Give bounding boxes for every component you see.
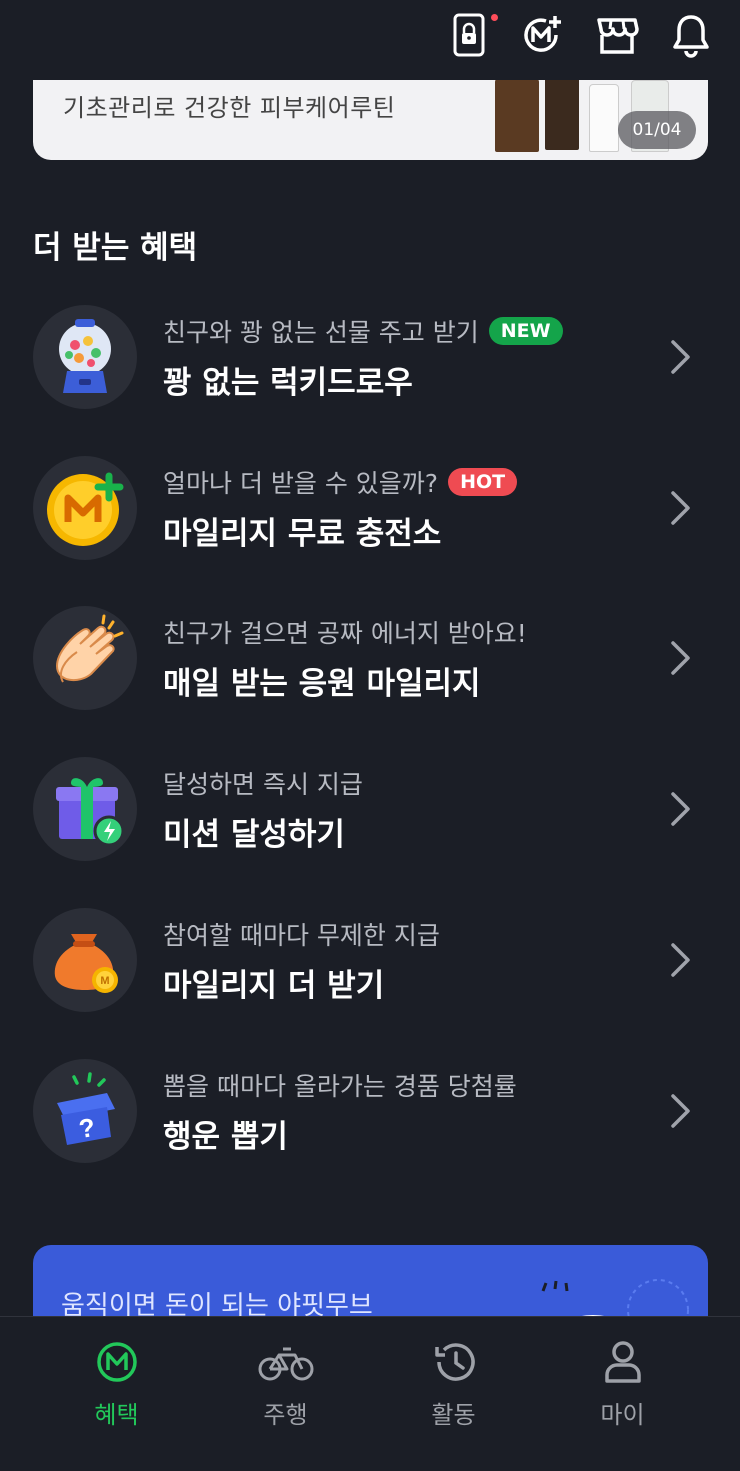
notification-dot [491,14,498,21]
hot-badge: HOT [448,468,518,496]
item-title: 미션 달성하기 [163,817,345,853]
clapping-hands-icon [33,606,137,710]
list-item-lucky-pick[interactable]: ? 뽑을 때마다 올라가는 경품 당첨률 행운 뽑기 [0,1059,740,1189]
product-image [545,80,579,150]
list-item-cheer-mileage[interactable]: 친구가 걸으면 공짜 에너지 받아요! 매일 받는 응원 마일리지 [0,606,740,736]
promo-banner[interactable]: 기초관리로 건강한 피부케어루틴 01/04 [33,80,708,160]
item-subtitle: 뽑을 때마다 올라가는 경품 당첨률 [163,1072,517,1101]
store-icon[interactable] [594,12,640,58]
bell-icon[interactable] [668,12,714,58]
nav-label: 주행 [263,1401,308,1429]
person-icon [605,1341,641,1383]
nav-label: 마이 [600,1401,645,1429]
item-title: 꽝 없는 럭키드로우 [163,365,413,401]
chevron-right-icon [671,792,690,826]
list-item-more-mileage[interactable]: M 참여할 때마다 무제한 지급 마일리지 더 받기 [0,908,740,1038]
nav-tab-my[interactable]: 마이 [530,1317,715,1471]
list-item-mission[interactable]: 달성하면 즉시 지급 미션 달성하기 [0,757,740,887]
gift-box-icon [33,757,137,861]
nav-label: 혜택 [94,1401,139,1429]
bottom-nav: 혜택 주행 활동 마이 [0,1316,740,1471]
chevron-right-icon [671,340,690,374]
mystery-box-icon: ? [33,1059,137,1163]
item-subtitle: 얼마나 더 받을 수 있을까? HOT [163,464,518,500]
bicycle-icon [258,1347,314,1381]
nav-tab-benefits[interactable]: 혜택 [24,1317,209,1471]
item-subtitle: 친구가 걸으면 공짜 에너지 받아요! [163,619,527,648]
item-title: 매일 받는 응원 마일리지 [163,666,481,702]
mileage-plus-icon[interactable] [518,12,564,58]
m-coin-plus-icon [33,456,137,560]
lock-phone-icon[interactable] [446,12,498,58]
item-subtitle: 참여할 때마다 무제한 지급 [163,921,440,950]
nav-label: 활동 [431,1401,476,1429]
top-bar [0,0,740,78]
item-title: 마일리지 무료 충전소 [163,516,442,552]
chevron-right-icon [671,1094,690,1128]
banner-text: 기초관리로 건강한 피부케어루틴 [63,94,396,122]
list-item-lucky-draw[interactable]: 친구와 꽝 없는 선물 주고 받기 NEW 꽝 없는 럭키드로우 [0,305,740,435]
chevron-right-icon [671,641,690,675]
item-subtitle: 달성하면 즉시 지급 [163,770,363,799]
history-icon [435,1343,475,1381]
section-title: 더 받는 혜택 [33,230,198,266]
product-image [589,84,619,152]
gumball-machine-icon [33,305,137,409]
item-subtitle: 친구와 꽝 없는 선물 주고 받기 NEW [163,313,563,349]
money-bag-icon: M [33,908,137,1012]
chevron-right-icon [671,491,690,525]
m-circle-icon [97,1342,137,1382]
list-item-free-charging[interactable]: 얼마나 더 받을 수 있을까? HOT 마일리지 무료 충전소 [0,456,740,586]
item-title: 마일리지 더 받기 [163,968,385,1004]
nav-tab-ride[interactable]: 주행 [193,1317,378,1471]
nav-tab-activity[interactable]: 활동 [361,1317,546,1471]
chevron-right-icon [671,943,690,977]
new-badge: NEW [488,317,563,345]
product-image [495,80,539,152]
item-title: 행운 뽑기 [163,1119,288,1155]
banner-pager: 01/04 [618,111,696,149]
svg-text:M: M [100,975,109,987]
